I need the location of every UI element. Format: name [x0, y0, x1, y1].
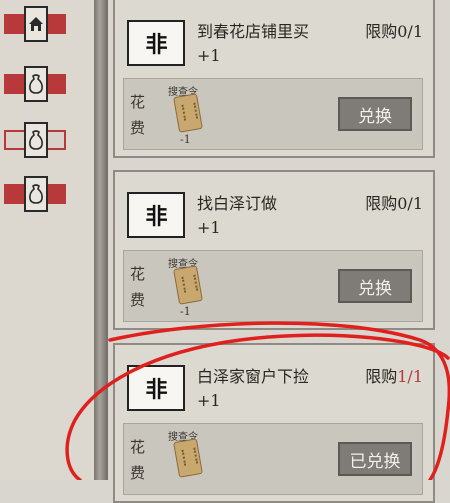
scroll-icon — [173, 438, 203, 478]
sidebar-tab-bag-3[interactable] — [4, 176, 66, 212]
exchange-button[interactable]: 兑换 — [338, 269, 412, 303]
limit-label: 限购 — [365, 22, 398, 41]
exchange-button[interactable]: 兑换 — [338, 97, 412, 131]
purchase-limit: 限购1/1 — [365, 363, 423, 387]
item-icon: 非 — [127, 192, 185, 238]
limit-label: 限购 — [365, 367, 398, 386]
item-title: 找白泽订做 — [197, 194, 278, 213]
item-icon: 非 — [127, 20, 185, 66]
cost-label: 花费 — [130, 438, 146, 482]
shop-item: 非 到春花店铺里买 +1 限购0/1 花费 搜查令 -1 兑换 — [113, 0, 435, 158]
item-quantity: +1 — [197, 218, 221, 237]
cost-box: 花费 搜查令 -1 兑换 — [123, 250, 423, 322]
purchase-limit: 限购0/1 — [365, 190, 423, 214]
shop-item: 非 找白泽订做 +1 限购0/1 花费 搜查令 -1 兑换 — [113, 170, 435, 330]
cost-box: 花费 搜查令 -1 兑换 — [123, 78, 423, 150]
pouch-icon — [24, 122, 48, 158]
limit-count: 1/1 — [397, 367, 423, 386]
sidebar-tab-bag-2[interactable] — [4, 122, 66, 158]
limit-label: 限购 — [365, 194, 398, 213]
house-icon — [24, 6, 48, 42]
sidebar-tab-home[interactable] — [4, 6, 66, 42]
token-quantity: -1 — [180, 305, 191, 318]
cost-label: 花费 — [130, 265, 146, 309]
panel-divider — [94, 0, 108, 480]
purchase-limit: 限购0/1 — [365, 18, 423, 42]
limit-count: 0/1 — [397, 194, 423, 213]
shop-item: 非 白泽家窗户下捡 +1 限购1/1 花费 搜查令 已兑换 — [113, 343, 435, 503]
item-icon: 非 — [127, 365, 185, 411]
redeemed-button[interactable]: 已兑换 — [338, 442, 412, 476]
cost-box: 花费 搜查令 已兑换 — [123, 423, 423, 495]
sidebar-tab-bag-1[interactable] — [4, 66, 66, 102]
scroll-icon — [173, 93, 203, 133]
item-quantity: +1 — [197, 391, 221, 410]
cost-label: 花费 — [130, 93, 146, 137]
item-title: 到春花店铺里买 — [197, 22, 310, 41]
pouch-icon — [24, 66, 48, 102]
item-quantity: +1 — [197, 46, 221, 65]
token-quantity: -1 — [180, 133, 191, 146]
item-title: 白泽家窗户下捡 — [197, 367, 310, 386]
limit-count: 0/1 — [397, 22, 423, 41]
pouch-icon — [24, 176, 48, 212]
scroll-icon — [173, 265, 203, 305]
